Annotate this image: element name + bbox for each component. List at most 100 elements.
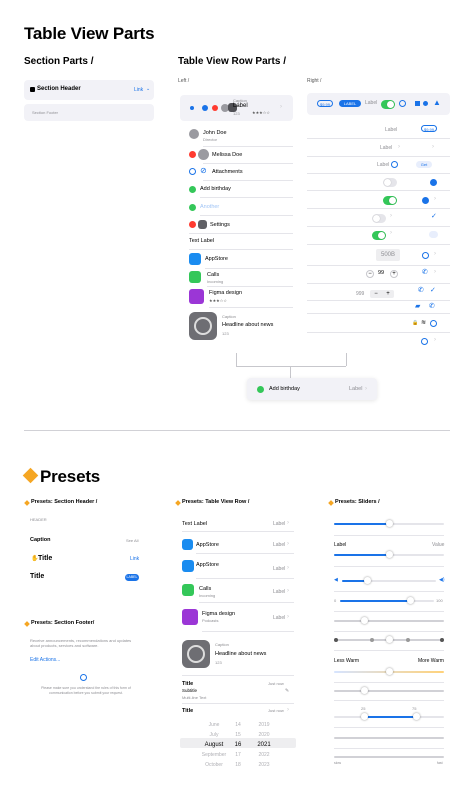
info-icon[interactable] bbox=[422, 252, 429, 259]
volume-slider[interactable] bbox=[342, 577, 436, 584]
slider-label: Label bbox=[334, 542, 347, 548]
picker-day: 17 bbox=[235, 752, 241, 758]
range-thumb-high[interactable] bbox=[413, 713, 420, 720]
toggle-switch[interactable] bbox=[372, 214, 386, 223]
quantity-stepper[interactable]: − + bbox=[370, 290, 394, 298]
plus-circle-icon[interactable] bbox=[257, 386, 264, 393]
demo-row-add-birthday[interactable]: Add birthday Label › bbox=[247, 378, 377, 400]
toggle-switch[interactable] bbox=[383, 196, 397, 205]
slider-thumb[interactable] bbox=[386, 636, 393, 643]
slider-thumb[interactable] bbox=[386, 520, 393, 527]
right-row-controls[interactable]: $9.99 LABEL Label ▲ bbox=[307, 93, 450, 115]
picker-day: 15 bbox=[235, 732, 241, 738]
range-thumb-low[interactable] bbox=[361, 713, 368, 720]
chevron-right-icon: › bbox=[434, 196, 436, 202]
footer-action[interactable]: Edit Actions... bbox=[30, 657, 60, 663]
preset-multiline: Multi-line Text bbox=[182, 695, 207, 700]
date-picker[interactable]: June July August September October 14 15… bbox=[180, 718, 296, 768]
preset-calls: Calls bbox=[199, 586, 212, 592]
toggle-switch[interactable] bbox=[381, 100, 395, 109]
slider[interactable] bbox=[334, 737, 444, 739]
appstore-label: AppStore bbox=[205, 256, 228, 262]
header-badge[interactable]: LABEL bbox=[125, 574, 139, 581]
footer-text: Receive announcements, recommendations a… bbox=[30, 638, 132, 648]
plus-button[interactable]: + bbox=[390, 270, 398, 278]
melissa-name: Melissa Doe bbox=[212, 152, 243, 158]
more-icon[interactable] bbox=[429, 231, 438, 238]
info-icon[interactable] bbox=[391, 161, 398, 168]
chevron-right-icon: › bbox=[390, 213, 392, 219]
clock-icon[interactable] bbox=[430, 179, 437, 186]
slider[interactable] bbox=[334, 551, 444, 558]
slider[interactable] bbox=[334, 687, 444, 694]
label-pill-button[interactable]: LABEL bbox=[339, 100, 361, 107]
attachments-label: Attachments bbox=[212, 169, 243, 175]
podcasts-icon bbox=[189, 289, 204, 304]
info-icon[interactable] bbox=[422, 197, 429, 204]
diamond-icon bbox=[328, 500, 334, 506]
slider-thumb[interactable] bbox=[364, 577, 371, 584]
appstore-icon bbox=[182, 560, 194, 572]
range-slider[interactable] bbox=[334, 713, 444, 720]
section-header-link[interactable]: Link bbox=[134, 87, 143, 93]
plus-circle-icon[interactable] bbox=[189, 204, 196, 211]
toggle-switch[interactable] bbox=[383, 178, 397, 187]
info-icon[interactable] bbox=[430, 320, 437, 327]
minus-icon[interactable]: − bbox=[374, 291, 378, 297]
chevron-right-icon: › bbox=[287, 541, 289, 547]
stepped-slider[interactable] bbox=[334, 636, 444, 643]
pencil-icon[interactable]: ✎ bbox=[285, 688, 289, 694]
warmth-slider[interactable] bbox=[334, 668, 444, 675]
table-row-caption[interactable]: Caption Label 123 ★★★☆☆ › bbox=[180, 95, 293, 121]
phone-icon: ✆ bbox=[422, 269, 428, 276]
chevron-right-icon: › bbox=[287, 707, 289, 713]
slider-thumb[interactable] bbox=[407, 597, 414, 604]
info-icon[interactable] bbox=[421, 338, 428, 345]
info-icon[interactable] bbox=[399, 100, 406, 107]
slider[interactable] bbox=[334, 520, 444, 527]
text-label: Text Label bbox=[189, 238, 215, 244]
appstore-icon bbox=[182, 539, 193, 550]
calls-sub: Incoming bbox=[207, 279, 224, 284]
price-button[interactable]: $9.99 bbox=[317, 100, 333, 107]
minus-button[interactable]: − bbox=[366, 270, 374, 278]
slider-max: 100 bbox=[436, 598, 443, 603]
minus-circle-icon[interactable] bbox=[189, 151, 196, 158]
plus-icon[interactable]: + bbox=[386, 291, 390, 297]
price-button[interactable]: $9.99 bbox=[421, 125, 437, 132]
slider-min: 0 bbox=[334, 598, 337, 603]
more-warm-label: More Warm bbox=[418, 658, 444, 664]
wifi-icon: ≋ bbox=[421, 320, 427, 326]
headline-caption: Caption bbox=[222, 314, 236, 319]
slider-thumb[interactable] bbox=[361, 687, 368, 694]
get-button[interactable]: Get bbox=[416, 161, 432, 168]
plus-circle-icon[interactable] bbox=[189, 186, 196, 193]
slider[interactable] bbox=[334, 756, 444, 758]
demo-row-label: Add birthday bbox=[269, 386, 300, 392]
radio-icon[interactable] bbox=[189, 168, 196, 175]
diamond-icon bbox=[24, 621, 30, 627]
section-header-card[interactable]: Section Header Link ⌄ bbox=[24, 80, 154, 100]
picker-day-col[interactable]: 14 15 16 17 18 bbox=[228, 720, 248, 770]
preset-just-now: Just now bbox=[268, 681, 284, 686]
toggle-switch[interactable] bbox=[372, 231, 386, 240]
slider[interactable] bbox=[340, 597, 434, 604]
minus-circle-icon[interactable] bbox=[189, 221, 196, 228]
slider-thumb[interactable] bbox=[361, 617, 368, 624]
connector-line bbox=[346, 353, 347, 366]
preset-label: Label bbox=[273, 521, 286, 527]
preset-label: Label bbox=[273, 589, 286, 595]
chevron-right-icon: › bbox=[287, 520, 289, 526]
header-title-icon: Title bbox=[38, 555, 53, 562]
header-link[interactable]: Link bbox=[130, 556, 139, 562]
slider-thumb[interactable] bbox=[386, 668, 393, 675]
slider[interactable] bbox=[334, 617, 444, 624]
picker-year-col[interactable]: 2019 2020 2021 2022 2023 bbox=[252, 720, 276, 770]
chevron-right-icon: › bbox=[398, 144, 400, 150]
header-see-all[interactable]: See All bbox=[126, 538, 138, 543]
preset-figma-sub: Podcasts bbox=[202, 618, 219, 623]
picker-year: 2022 bbox=[258, 752, 270, 758]
appstore-icon bbox=[189, 253, 201, 265]
slider-thumb[interactable] bbox=[386, 551, 393, 558]
phone-icon: ✆ bbox=[418, 287, 424, 294]
